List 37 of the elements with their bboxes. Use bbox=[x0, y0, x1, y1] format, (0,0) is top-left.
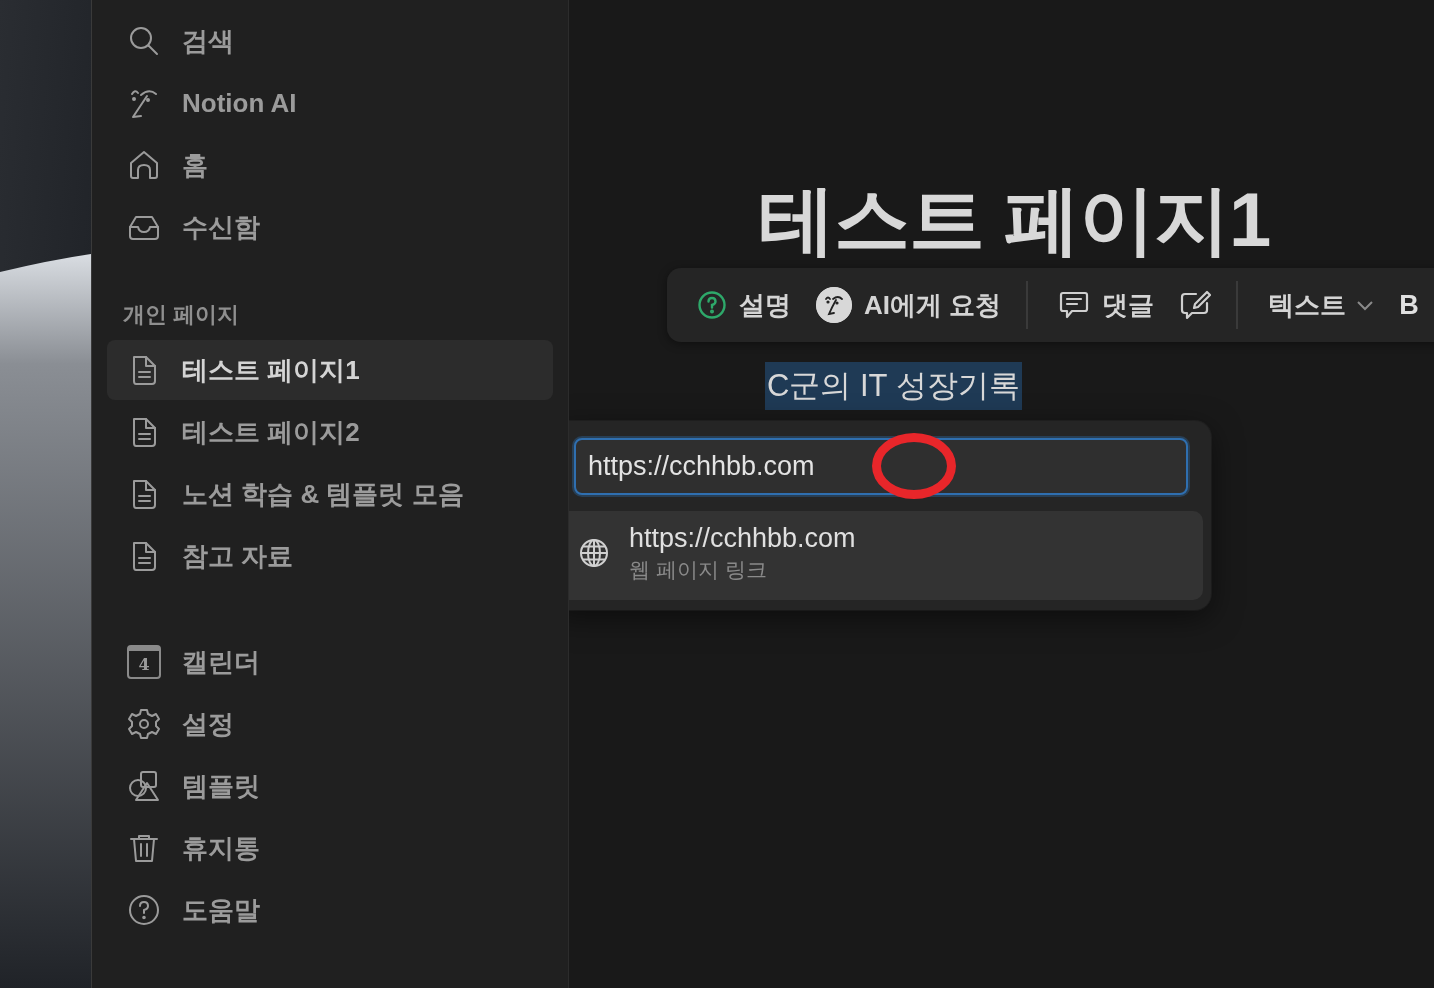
settings-icon bbox=[127, 707, 161, 741]
section-title: 개인 페이지 bbox=[123, 301, 241, 329]
edit-comment-icon bbox=[1179, 289, 1212, 321]
sidebar-item[interactable]: 노션 학습 & 템플릿 모음 bbox=[107, 463, 553, 525]
calendar-icon: 4 bbox=[127, 645, 161, 679]
link-type-label: 웹 페이지 링크 bbox=[629, 557, 768, 583]
sidebar-item[interactable]: 4 캘린더 bbox=[107, 631, 553, 693]
selected-text: C군의 IT 성장기록 bbox=[765, 362, 1022, 410]
comment-icon bbox=[1058, 289, 1091, 321]
sidebar-item[interactable]: 도움말 bbox=[107, 879, 553, 941]
bold-button[interactable]: B bbox=[1395, 283, 1423, 327]
chevron-down-icon bbox=[1356, 299, 1375, 311]
home-icon bbox=[127, 148, 161, 182]
sidebar-item[interactable]: 참고 자료 bbox=[107, 525, 553, 587]
toolbar-button[interactable]: AI에게 요청 bbox=[812, 283, 1006, 327]
globe-icon bbox=[579, 538, 609, 568]
sidebar-item[interactable]: 수신함 bbox=[107, 196, 553, 258]
face-sketch-icon bbox=[816, 287, 852, 323]
sidebar-item[interactable]: 휴지통 bbox=[107, 817, 553, 879]
url-input-field[interactable]: https://cchhbb.com bbox=[574, 438, 1188, 495]
toolbar-button[interactable]: 댓글 bbox=[1054, 283, 1159, 327]
toolbar-button[interactable]: 설명 bbox=[693, 283, 795, 327]
sidebar-item[interactable]: 테스트 페이지1 bbox=[107, 340, 553, 400]
shapes-icon bbox=[127, 769, 161, 803]
help-icon bbox=[127, 893, 161, 927]
link-title: https://cchhbb.com bbox=[629, 522, 856, 555]
page-title: 테스트 페이지1 bbox=[759, 176, 1271, 264]
link-suggestion[interactable]: https://cchhbb.com 웹 페이지 링크 bbox=[569, 511, 1203, 600]
sidebar-item[interactable]: 검색 bbox=[107, 10, 553, 72]
sidebar-item[interactable]: 홈 bbox=[107, 134, 553, 196]
sidebar-item[interactable]: 테스트 페이지2 bbox=[107, 401, 553, 463]
search-icon bbox=[127, 24, 161, 58]
sidebar-item[interactable]: 설정 bbox=[107, 693, 553, 755]
text-type-dropdown[interactable]: 텍스트 bbox=[1264, 283, 1379, 327]
sidebar-item[interactable]: Notion AI bbox=[107, 72, 553, 134]
help-icon bbox=[697, 290, 727, 320]
sidebar-item[interactable]: 템플릿 bbox=[107, 755, 553, 817]
